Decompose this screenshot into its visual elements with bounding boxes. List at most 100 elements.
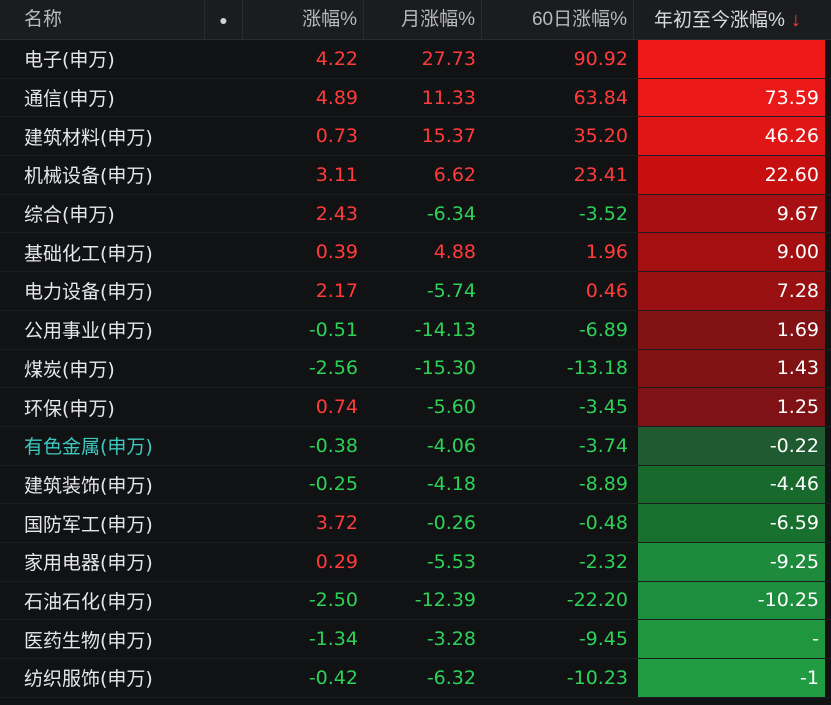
table-header: 名称 ● 涨幅% 月涨幅% 60日涨幅% 年初至今涨幅% ↓ (0, 0, 831, 40)
column-header-name[interactable]: 名称 (0, 0, 205, 40)
sector-name: 公用事业(申万) (24, 320, 153, 343)
d60-pct-cell: 63.84 (573, 86, 628, 109)
ytd-pct-cell: 46.26 (638, 117, 825, 156)
sector-name: 电子(申万) (24, 49, 115, 72)
dot-cell (205, 79, 243, 117)
dot-cell (205, 350, 243, 388)
column-header-month-pct[interactable]: 月涨幅% (364, 0, 482, 40)
d60-pct-cell: -10.23 (566, 666, 628, 689)
change-pct-cell: -0.25 (308, 473, 358, 496)
change-pct-cell: 3.72 (315, 512, 358, 535)
dot-cell (205, 117, 243, 155)
ytd-pct-cell: -10.25 (638, 581, 825, 620)
d60-pct-cell: -22.20 (566, 589, 628, 612)
d60-pct-cell: 90.92 (573, 47, 628, 70)
dot-cell (205, 620, 243, 658)
column-header-ytd-pct[interactable]: 年初至今涨幅% ↓ (634, 0, 831, 40)
dot-cell (205, 659, 243, 697)
sector-name: 医药生物(申万) (24, 629, 153, 652)
dot-cell (205, 311, 243, 349)
change-pct-cell: 4.89 (315, 86, 358, 109)
ytd-pct-cell: 1.69 (638, 310, 825, 349)
dot-cell (205, 543, 243, 581)
month-pct-cell: 11.33 (421, 86, 476, 109)
month-pct-cell: 27.73 (421, 47, 476, 70)
d60-pct-cell: -8.89 (578, 473, 628, 496)
ytd-pct-cell (638, 40, 825, 78)
table-body: 电子(申万) 4.22 27.73 90.92 通信(申万) 4.89 11.33 63.84… (0, 40, 831, 698)
change-pct-cell: -2.56 (308, 357, 358, 380)
dot-cell (205, 582, 243, 620)
table-row[interactable]: 家用电器(申万) 0.29 -5.53 -2.32 -9.25 (0, 542, 831, 582)
table-row[interactable]: 纺织服饰(申万) -0.42 -6.32 -10.23 -1 (0, 659, 831, 698)
dot-cell (205, 272, 243, 310)
table-row[interactable]: 电力设备(申万) 2.17 -5.74 0.46 7.28 (0, 272, 831, 311)
month-pct-cell: -5.53 (426, 550, 476, 573)
ytd-pct-cell: -6.59 (638, 504, 825, 542)
table-row[interactable]: 综合(申万) 2.43 -6.34 -3.52 9.67 (0, 194, 831, 234)
ytd-pct-cell: 22.60 (638, 156, 825, 194)
dot-cell (205, 40, 243, 78)
dot-cell (205, 427, 243, 465)
sector-name: 环保(申万) (24, 397, 115, 420)
table-row[interactable]: 国防军工(申万) 3.72 -0.26 -0.48 -6.59 (0, 504, 831, 543)
sector-name: 有色金属(申万) (24, 436, 153, 459)
month-pct-cell: -14.13 (414, 318, 476, 341)
table-row[interactable]: 医药生物(申万) -1.34 -3.28 -9.45- (0, 620, 831, 659)
table-row[interactable]: 有色金属(申万) -0.38 -4.06 -3.74 -0.22 (0, 426, 831, 466)
column-header-dot[interactable]: ● (205, 0, 243, 40)
ytd-pct-cell: 9.00 (638, 233, 825, 272)
month-pct-cell: -3.28 (426, 628, 476, 651)
table-row[interactable]: 公用事业(申万) -0.51 -14.13 -6.89 1.69 (0, 310, 831, 350)
ytd-pct-cell: 1.25 (638, 388, 825, 426)
change-pct-cell: -0.51 (308, 318, 358, 341)
table-row[interactable]: 建筑材料(申万) 0.73 15.37 35.20 46.26 (0, 117, 831, 157)
sector-name: 基础化工(申万) (24, 242, 153, 265)
column-header-change-pct[interactable]: 涨幅% (243, 0, 364, 40)
month-pct-cell: 15.37 (421, 125, 476, 148)
dot-cell (205, 233, 243, 271)
table-row[interactable]: 建筑装饰(申万) -0.25 -4.18 -8.89 -4.46 (0, 465, 831, 505)
sector-name: 通信(申万) (24, 88, 115, 111)
change-pct-cell: -2.50 (308, 589, 358, 612)
ytd-pct-cell: -0.22 (638, 426, 825, 465)
dot-cell (205, 388, 243, 426)
d60-pct-cell: 1.96 (585, 241, 628, 264)
month-pct-cell: -15.30 (414, 357, 476, 380)
ytd-pct-cell: 1.43 (638, 349, 825, 388)
month-pct-cell: 6.62 (433, 163, 476, 186)
column-header-60d-pct[interactable]: 60日涨幅% (482, 0, 634, 40)
month-pct-cell: -0.26 (426, 512, 476, 535)
d60-pct-cell: 0.46 (585, 279, 628, 302)
d60-pct-cell: -0.48 (578, 512, 628, 535)
dot-cell (205, 504, 243, 542)
sector-table: 名称 ● 涨幅% 月涨幅% 60日涨幅% 年初至今涨幅% ↓ 电子(申万) 4.22… (0, 0, 831, 705)
d60-pct-cell: -3.52 (578, 202, 628, 225)
ytd-pct-cell: 73.59 (638, 78, 825, 117)
ytd-pct-cell: 7.28 (638, 272, 825, 310)
sort-desc-icon: ↓ (790, 8, 801, 31)
table-row[interactable]: 石油石化(申万) -2.50 -12.39 -22.20 -10.25 (0, 581, 831, 621)
d60-pct-cell: 23.41 (573, 163, 628, 186)
change-pct-cell: 0.74 (315, 396, 358, 419)
table-row[interactable]: 机械设备(申万) 3.11 6.62 23.41 22.60 (0, 156, 831, 195)
sector-name: 电力设备(申万) (24, 281, 153, 304)
month-pct-cell: -5.60 (426, 396, 476, 419)
change-pct-cell: 0.73 (315, 125, 358, 148)
table-row[interactable]: 基础化工(申万) 0.39 4.88 1.96 9.00 (0, 233, 831, 273)
change-pct-cell: 0.29 (315, 550, 358, 573)
ytd-pct-cell: 9.67 (638, 194, 825, 233)
change-pct-cell: 4.22 (315, 47, 358, 70)
change-pct-cell: 3.11 (315, 163, 358, 186)
d60-pct-cell: -9.45 (578, 628, 628, 651)
month-pct-cell: -6.32 (426, 666, 476, 689)
month-pct-cell: -4.06 (426, 434, 476, 457)
change-pct-cell: -0.38 (308, 434, 358, 457)
table-row[interactable]: 环保(申万) 0.74 -5.60 -3.45 1.25 (0, 388, 831, 427)
month-pct-cell: -5.74 (426, 279, 476, 302)
ytd-pct-cell: - (638, 620, 825, 658)
sector-name: 石油石化(申万) (24, 590, 153, 613)
table-row[interactable]: 电子(申万) 4.22 27.73 90.92 (0, 40, 831, 79)
table-row[interactable]: 通信(申万) 4.89 11.33 63.84 73.59 (0, 78, 831, 118)
table-row[interactable]: 煤炭(申万) -2.56 -15.30 -13.18 1.43 (0, 349, 831, 389)
